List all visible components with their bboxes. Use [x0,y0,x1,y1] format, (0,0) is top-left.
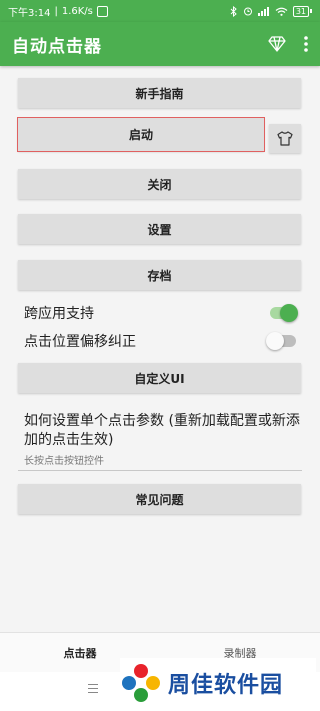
settings-button[interactable]: 设置 [18,214,301,244]
status-right: 31 [230,5,312,17]
status-bar: 下午3:14 | 1.6K/s 31 [0,0,320,22]
battery-level: 31 [292,5,309,17]
battery-icon: 31 [292,5,312,17]
help-hint: 长按点击按钮控件 [24,456,104,467]
help-section: 如何设置单个点击参数 (重新加载配置或新添加的点击生效) 长按点击按钮控件 [24,412,304,467]
watermark-text: 周佳软件园 [168,673,284,698]
system-menu-icon[interactable] [88,684,98,693]
app-bar: 自动点击器 [0,22,320,66]
help-question: 如何设置单个点击参数 (重新加载配置或新添加的点击生效) [24,413,300,448]
more-vertical-icon[interactable] [304,36,308,52]
bluetooth-icon [230,5,237,17]
diamond-icon[interactable] [268,36,286,52]
tshirt-icon [277,131,293,146]
alarm-icon [243,7,252,16]
watermark: 周佳软件园 [120,658,316,708]
status-network-speed: 1.6K/s [61,5,93,17]
start-button[interactable]: 启动 [17,117,265,152]
status-left: 下午3:14 | 1.6K/s [8,4,108,19]
guide-button[interactable]: 新手指南 [18,78,301,108]
offset-correction-switch[interactable] [266,332,296,350]
cross-app-support-row[interactable]: 跨应用支持 [24,302,298,324]
close-button[interactable]: 关闭 [18,169,301,199]
skin-button[interactable] [269,124,301,153]
wifi-icon [275,7,288,16]
cross-app-support-switch[interactable] [270,304,298,322]
offset-correction-label: 点击位置偏移纠正 [24,334,136,350]
notification-app-icon [96,5,108,17]
watermark-logo [122,664,160,702]
status-separator: | [54,5,58,17]
app-title: 自动点击器 [12,36,102,57]
divider [18,470,302,471]
status-time: 下午3:14 [8,7,51,19]
custom-ui-button[interactable]: 自定义UI [18,363,301,393]
faq-button[interactable]: 常见问题 [18,484,301,514]
offset-correction-row[interactable]: 点击位置偏移纠正 [24,330,296,352]
archive-button[interactable]: 存档 [18,260,301,290]
signal-icon [257,6,269,16]
cross-app-support-label: 跨应用支持 [24,306,94,322]
